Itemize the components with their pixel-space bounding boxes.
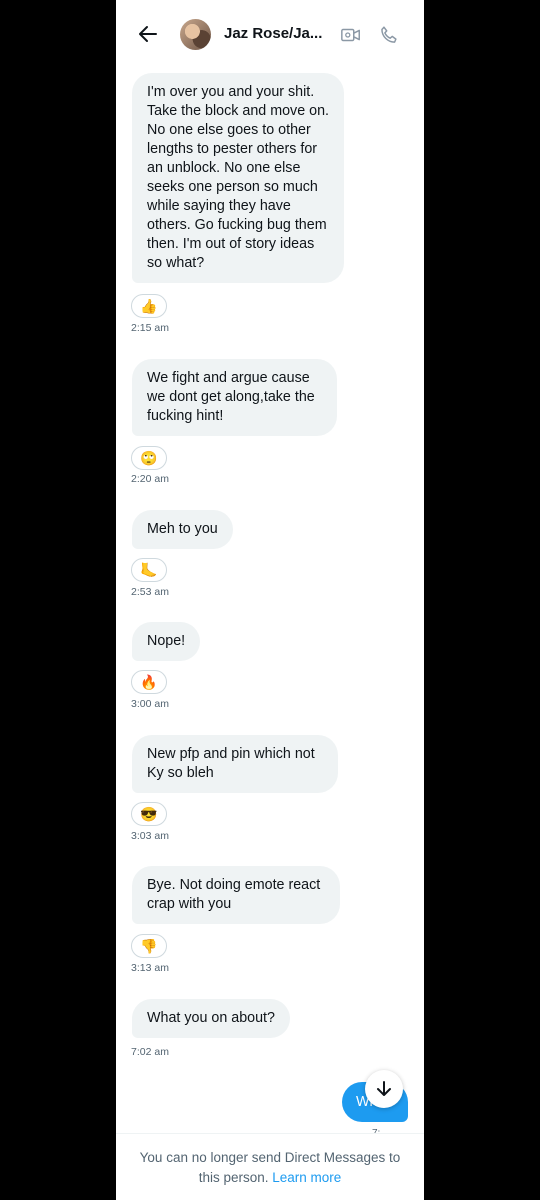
- message-timestamp: 3:00 am: [131, 698, 169, 710]
- message-timestamp: 2:53 am: [131, 586, 169, 598]
- reaction-eye-roll[interactable]: 🙄: [131, 446, 167, 470]
- message-timestamp: 3:03 am: [131, 830, 169, 842]
- arrow-left-icon[interactable]: [136, 22, 160, 46]
- dm-disabled-notice: You can no longer send Direct Messages t…: [130, 1148, 410, 1188]
- video-call-icon[interactable]: [340, 24, 362, 46]
- reaction-thumbs-down[interactable]: 👎: [131, 934, 167, 958]
- reaction-sunglasses[interactable]: 😎: [131, 802, 167, 826]
- notice-text: You can no longer send Direct Messages t…: [139, 1150, 401, 1185]
- phone-icon[interactable]: [378, 24, 400, 46]
- learn-more-link[interactable]: Learn more: [272, 1170, 341, 1185]
- message-bubble[interactable]: What you on about?: [132, 999, 290, 1038]
- conversation-title[interactable]: Jaz Rose/Ja...: [224, 25, 334, 42]
- conversation-header: Jaz Rose/Ja...: [116, 0, 424, 66]
- arrow-down-icon: [377, 1081, 391, 1096]
- message-bubble[interactable]: Nope!: [132, 622, 201, 661]
- reaction-foot[interactable]: 🦶: [131, 558, 167, 582]
- message-bubble[interactable]: I'm over you and your shit. Take the blo…: [132, 73, 344, 283]
- message-timestamp: 3:13 am: [131, 962, 169, 974]
- message-timestamp: 2:15 am: [131, 322, 169, 334]
- dm-disabled-footer: You can no longer send Direct Messages t…: [116, 1133, 424, 1200]
- dm-screen: Jaz Rose/Ja... I'm over you and your shi…: [116, 0, 424, 1200]
- reaction-fire[interactable]: 🔥: [131, 670, 167, 694]
- message-bubble[interactable]: We fight and argue cause we dont get alo…: [132, 359, 337, 436]
- avatar[interactable]: [180, 19, 211, 50]
- message-bubble[interactable]: Meh to you: [132, 510, 233, 549]
- message-timestamp: 7:02 am: [131, 1046, 169, 1058]
- message-bubble[interactable]: New pfp and pin which not Ky so bleh: [132, 735, 338, 793]
- scroll-to-bottom-button[interactable]: [365, 1070, 403, 1108]
- reaction-thumbs-up[interactable]: 👍: [131, 294, 167, 318]
- message-bubble[interactable]: Bye. Not doing emote react crap with you: [132, 866, 340, 924]
- message-timestamp: 2:20 am: [131, 473, 169, 485]
